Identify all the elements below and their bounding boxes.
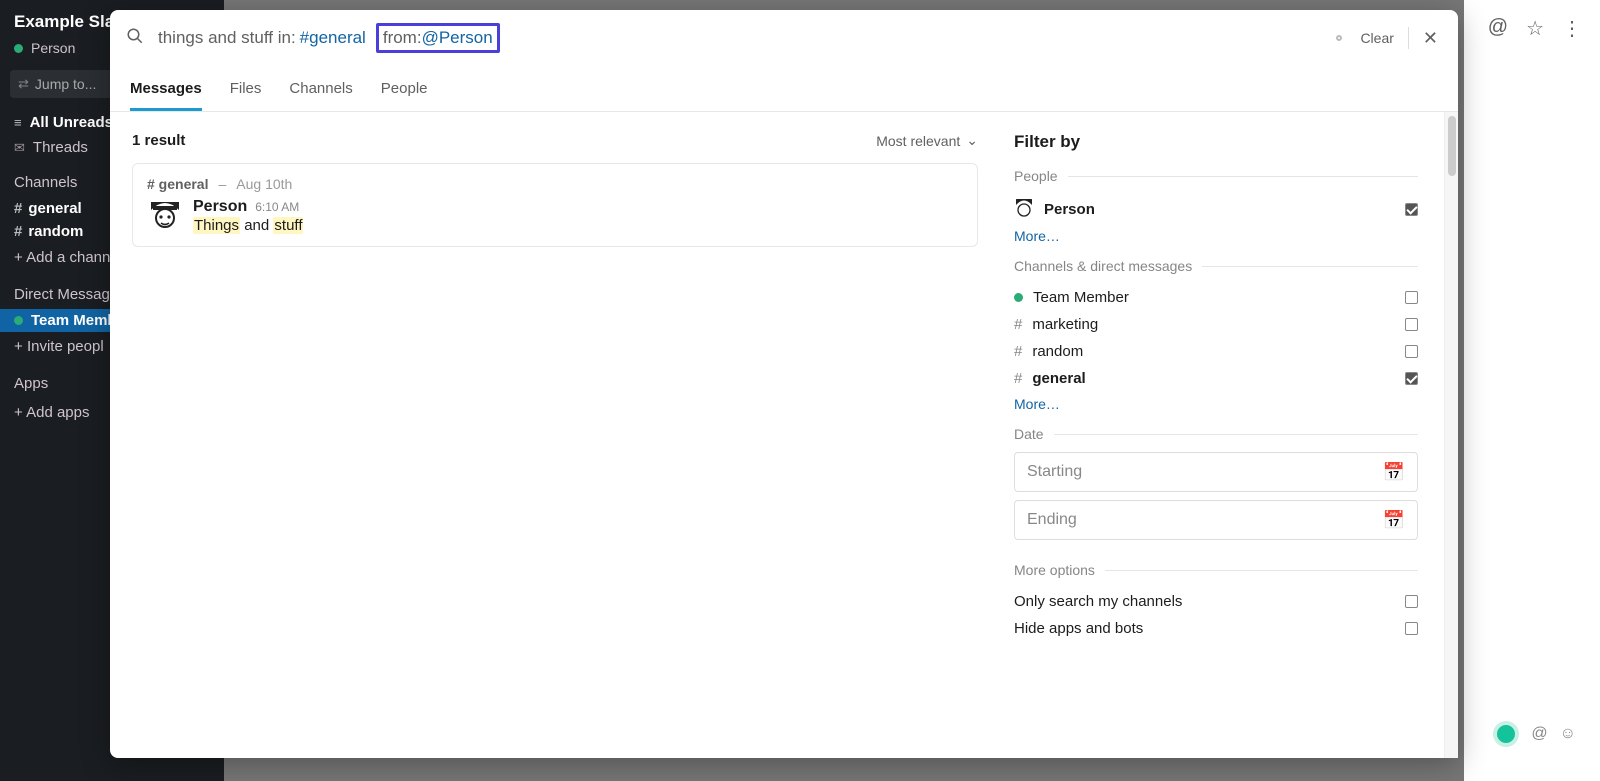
emoji-icon[interactable]: ☺ [1560,725,1576,743]
avatar [1014,199,1034,219]
presence-dot-icon [14,44,23,53]
kebab-menu-icon[interactable]: ⋮ [1562,16,1582,41]
user-name: Person [31,40,75,56]
more-channels-link[interactable]: More… [1014,392,1418,426]
jump-icon: ⇄ [18,76,29,92]
checkbox[interactable] [1405,318,1418,331]
checkbox[interactable] [1405,622,1418,635]
search-query[interactable]: things and stuff in:#general from: @Pers… [158,23,1336,53]
threads-icon: ✉ [14,140,25,156]
filter-panel: Filter by People Person More… Channels &… [1000,112,1444,758]
clear-button[interactable]: Clear [1360,30,1393,46]
filter-date-heading: Date [1014,426,1418,442]
filter-channel-row[interactable]: # general [1014,365,1418,392]
date-end-input[interactable]: Ending 📅 [1014,500,1418,540]
mention-icon[interactable]: @ [1531,725,1547,743]
hash-icon: # [1014,316,1022,333]
result-sep: – [218,176,226,192]
query-person: @Person [422,28,493,48]
jump-placeholder: Jump to... [35,76,96,92]
checkbox[interactable] [1405,203,1418,216]
filter-dm-row[interactable]: Team Member [1014,284,1418,311]
result-user: Person [193,198,247,216]
result-channel: # general [147,176,208,192]
grammarly-icon[interactable] [1493,721,1519,747]
presence-dot-icon [14,316,23,325]
filter-option-label: Hide apps and bots [1014,620,1143,637]
loading-spinner-icon [1336,35,1342,41]
tab-people[interactable]: People [381,80,428,111]
add-channel-label: Add a chann [26,249,110,266]
calendar-icon: 📅 [1383,510,1405,531]
tab-channels[interactable]: Channels [289,80,352,111]
tab-messages[interactable]: Messages [130,80,202,111]
search-tabs: Messages Files Channels People [110,60,1458,112]
filter-person-row[interactable]: Person [1014,194,1418,224]
filter-option-row[interactable]: Hide apps and bots [1014,615,1418,642]
filter-channel-row[interactable]: # random [1014,338,1418,365]
all-unreads-label: All Unreads [30,114,113,131]
hash-icon: # [1014,370,1022,387]
star-icon[interactable]: ☆ [1526,16,1544,41]
filter-item-label: marketing [1032,316,1098,333]
divider [1408,27,1409,49]
composer-icons: @ ☺ [1493,721,1576,747]
filter-item-label: Team Member [1033,289,1129,306]
checkbox[interactable] [1405,345,1418,358]
filter-option-label: Only search my channels [1014,593,1182,610]
result-time: 6:10 AM [255,200,299,214]
calendar-icon: 📅 [1383,462,1405,483]
channel-label: general [28,200,81,217]
text-part: and [240,217,273,234]
filter-person-name: Person [1044,201,1095,218]
chevron-down-icon: ⌄ [966,132,978,149]
hash-icon: # [1014,343,1022,360]
filter-title: Filter by [1014,132,1418,152]
sort-dropdown[interactable]: Most relevant ⌄ [876,132,978,149]
search-result[interactable]: # general – Aug 10th Person 6:10 AM [132,163,978,247]
scrollbar-thumb[interactable] [1448,116,1456,176]
search-icon [126,27,144,50]
filter-item-label: random [1032,343,1083,360]
results-pane: 1 result Most relevant ⌄ # general – Aug… [110,112,1000,758]
close-icon[interactable]: ✕ [1419,24,1442,53]
query-channel-token: #general [300,28,366,48]
search-bar: things and stuff in:#general from: @Pers… [110,10,1458,60]
add-apps-label: Add apps [26,404,89,421]
tab-files[interactable]: Files [230,80,262,111]
invite-label: Invite peopl [27,338,104,355]
highlight: stuff [273,217,303,234]
avatar [147,198,183,234]
result-message: Things and stuff [193,217,303,234]
scrollbar[interactable] [1444,112,1458,758]
date-placeholder: Starting [1027,463,1082,481]
query-from-label: from: [383,28,422,48]
more-people-link[interactable]: More… [1014,224,1418,258]
unreads-icon: ≡ [14,115,22,130]
result-date: Aug 10th [236,176,292,192]
filter-cdm-heading: Channels & direct messages [1014,258,1418,274]
highlight: Things [193,217,240,234]
checkbox[interactable] [1405,291,1418,304]
date-placeholder: Ending [1027,511,1077,529]
filter-people-heading: People [1014,168,1418,184]
filter-more-options-heading: More options [1014,562,1418,578]
filter-item-label: general [1032,370,1085,387]
query-text: things and stuff in: [158,28,296,48]
checkbox[interactable] [1405,595,1418,608]
dm-label: Team Memb [31,312,117,329]
date-start-input[interactable]: Starting 📅 [1014,452,1418,492]
header-icons: @ ☆ ⋮ [1488,16,1582,41]
filter-option-row[interactable]: Only search my channels [1014,588,1418,615]
checkbox[interactable] [1405,372,1418,385]
filter-channel-row[interactable]: # marketing [1014,311,1418,338]
channel-label: random [28,223,83,240]
search-modal: things and stuff in: # general from: @Pers… [110,10,1458,758]
query-from-token: from: @Person [376,23,500,53]
results-count: 1 result [132,132,185,149]
mentions-icon[interactable]: @ [1488,16,1508,41]
sort-label: Most relevant [876,133,960,149]
threads-label: Threads [33,139,88,156]
presence-dot-icon [1014,293,1023,302]
